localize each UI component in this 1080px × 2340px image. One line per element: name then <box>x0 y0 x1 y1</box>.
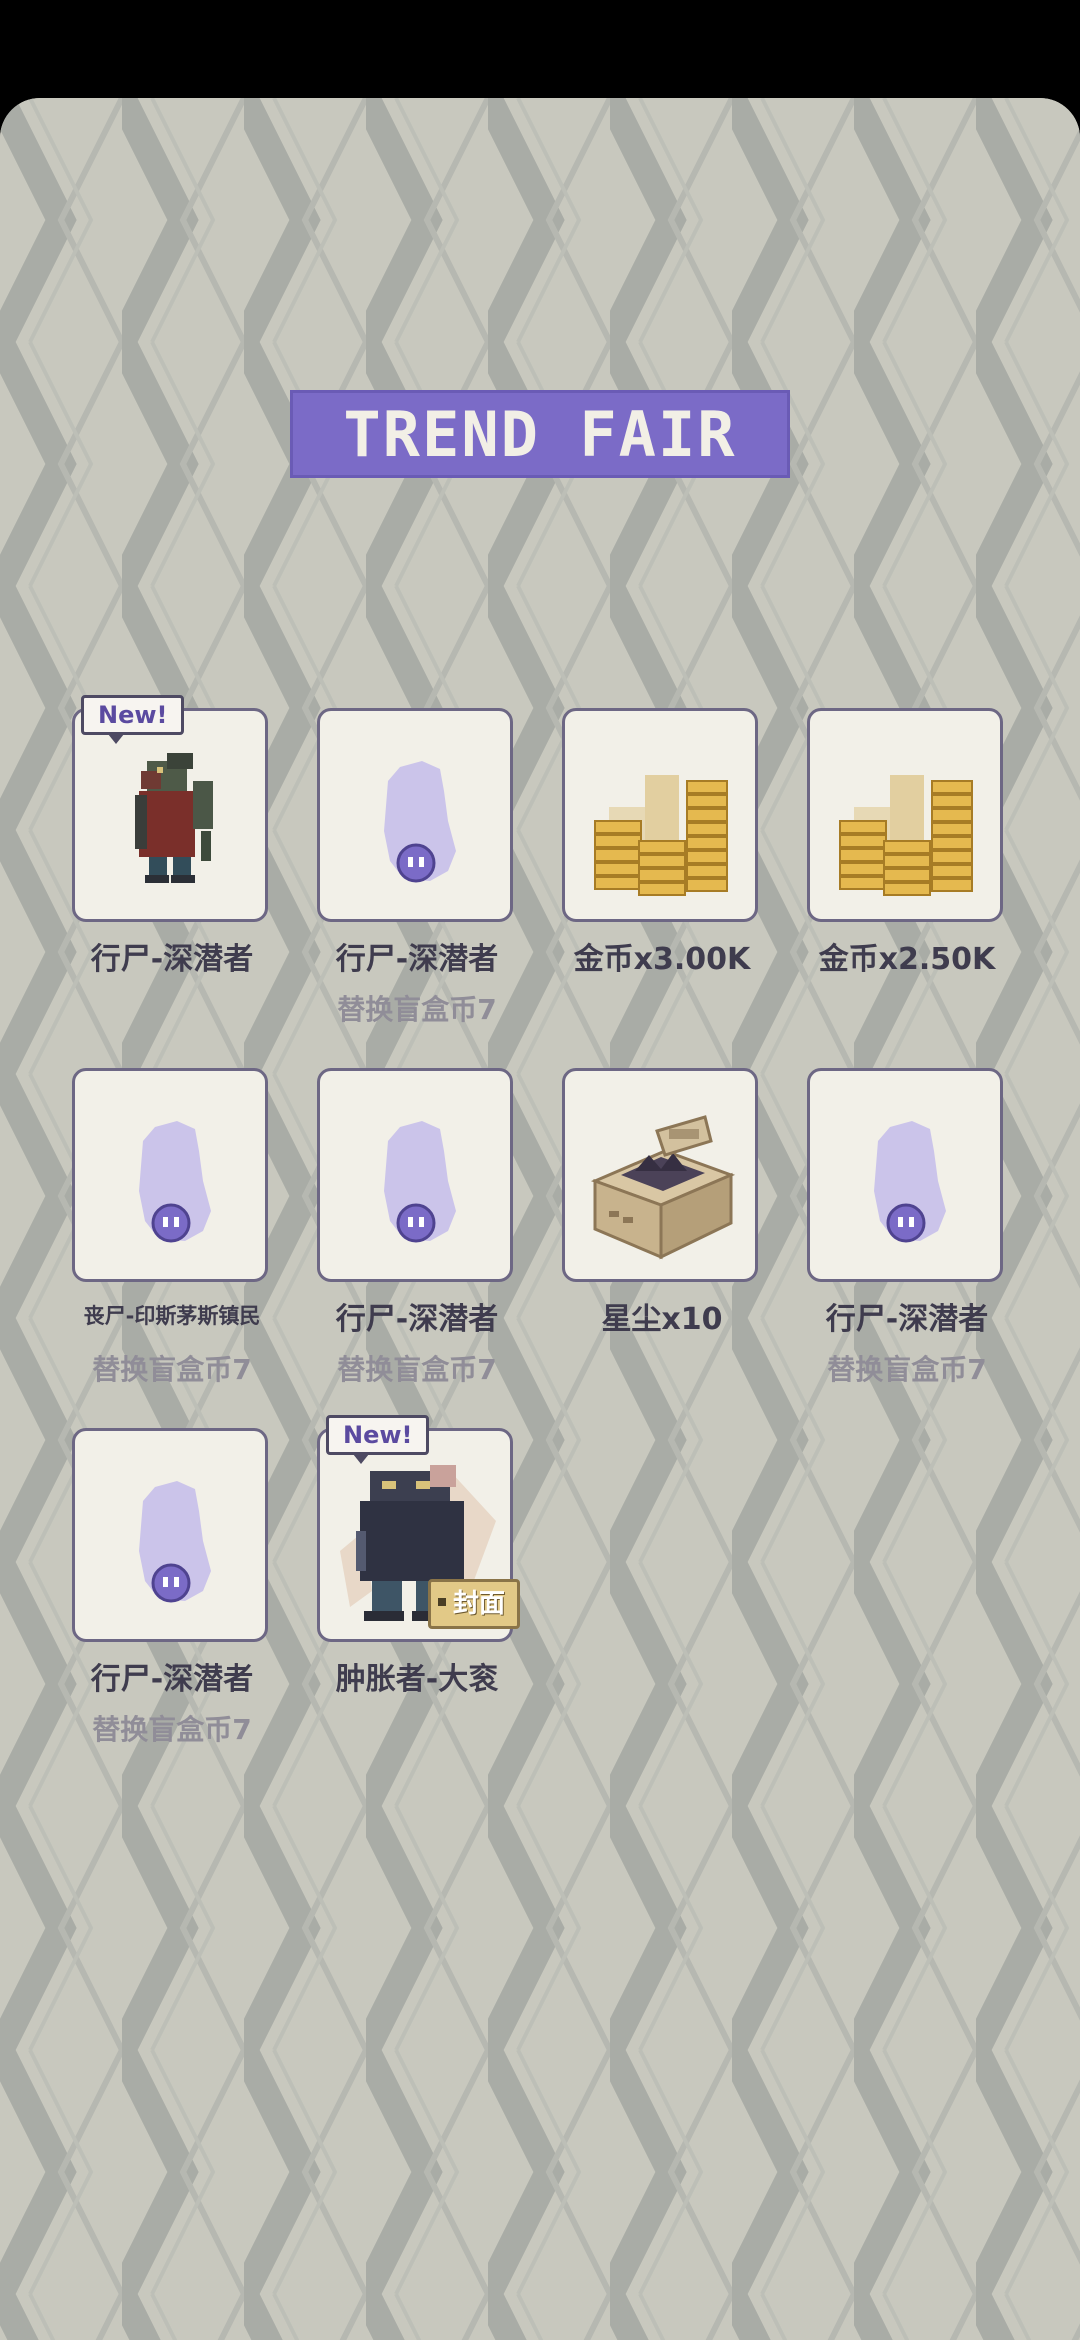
ghost-icon <box>139 1481 211 1603</box>
reward-card[interactable] <box>317 1068 513 1282</box>
item-subtext: 替换盲盒币7 <box>337 993 497 1026</box>
reward-card[interactable] <box>807 1068 1003 1282</box>
item-name: 金币x2.50K <box>818 942 996 977</box>
reward-card[interactable]: New! 封面 <box>317 1415 520 1642</box>
screen: TREND FAIR New! 行尸-深潜者 行尸-深潜者 替换盲盒币7 金币x… <box>0 98 1080 2340</box>
item-name: 行尸-深潜者 <box>90 1662 254 1697</box>
item-name: 星尘x10 <box>601 1302 723 1337</box>
item-name: 丧尸-印斯茅斯镇民 <box>83 1304 261 1328</box>
reward-card[interactable] <box>317 708 513 922</box>
reward-card[interactable] <box>72 1068 268 1282</box>
coins-icon <box>839 775 973 896</box>
reward-item[interactable]: New! 封面 肿胀者-大衮 <box>317 1415 520 1788</box>
reward-card[interactable]: New! <box>72 695 268 922</box>
page-title: TREND FAIR <box>343 397 737 471</box>
cover-badge: 封面 <box>427 1579 520 1629</box>
reward-card[interactable] <box>562 1068 758 1282</box>
ghost-icon <box>384 1121 456 1243</box>
new-badge: New! <box>81 695 185 744</box>
item-name: 金币x3.00K <box>573 942 751 977</box>
reward-card[interactable] <box>562 708 758 922</box>
reward-grid: New! 行尸-深潜者 行尸-深潜者 替换盲盒币7 金币x3.00K 金币x2.… <box>72 695 1007 1788</box>
reward-item[interactable]: 行尸-深潜者 替换盲盒币7 <box>317 708 517 1068</box>
item-name: 行尸-深潜者 <box>825 1302 989 1337</box>
item-name: 行尸-深潜者 <box>90 942 254 977</box>
reward-item[interactable]: 金币x3.00K <box>562 708 762 1068</box>
item-subtext: 替换盲盒币7 <box>92 1353 252 1386</box>
reward-item[interactable]: 丧尸-印斯茅斯镇民 替换盲盒币7 <box>72 1068 272 1428</box>
item-subtext: 替换盲盒币7 <box>92 1713 252 1746</box>
trend-fair-banner: TREND FAIR <box>290 390 790 478</box>
coins-icon <box>594 775 728 896</box>
reward-item[interactable]: 金币x2.50K <box>807 708 1007 1068</box>
ghost-icon <box>874 1121 946 1243</box>
new-badge: New! <box>326 1415 430 1464</box>
item-name: 行尸-深潜者 <box>335 942 499 977</box>
reward-item[interactable]: 星尘x10 <box>562 1068 762 1428</box>
reward-item[interactable]: 行尸-深潜者 替换盲盒币7 <box>807 1068 1007 1428</box>
ghost-icon <box>139 1121 211 1243</box>
ghost-icon <box>384 761 456 883</box>
item-name: 肿胀者-大衮 <box>335 1662 499 1697</box>
reward-item[interactable]: 行尸-深潜者 替换盲盒币7 <box>317 1068 517 1428</box>
stardust-box-icon <box>590 1115 736 1260</box>
reward-item[interactable]: New! 行尸-深潜者 <box>72 695 272 1068</box>
item-name: 行尸-深潜者 <box>335 1302 499 1337</box>
reward-item[interactable]: 行尸-深潜者 替换盲盒币7 <box>72 1428 272 1788</box>
item-subtext: 替换盲盒币7 <box>337 1353 497 1386</box>
reward-card[interactable] <box>807 708 1003 922</box>
zombie-diver-icon <box>135 753 213 883</box>
item-subtext: 替换盲盒币7 <box>827 1353 987 1386</box>
reward-card[interactable] <box>72 1428 268 1642</box>
